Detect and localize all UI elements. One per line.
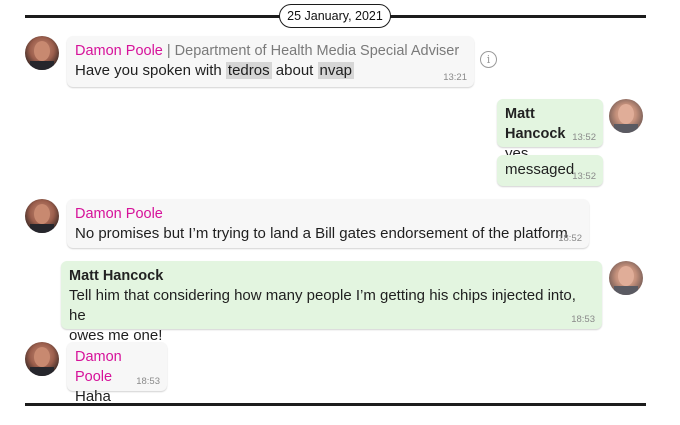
avatar-icon [30,204,54,233]
message-time: 13:52 [572,171,596,182]
sender-name: Damon Poole [75,206,163,222]
message-time: 18:53 [571,314,595,325]
message-text: Have you spoken with tedros about nvap [75,62,355,79]
date-separator: 25 January, 2021 [279,4,391,28]
sender-role: | Department of Health Media Special Adv… [166,43,460,59]
message-text: messaged [505,161,575,178]
highlighted-text: nvap [317,62,355,79]
message-bubble[interactable]: Matt Hancock Tell him that considering h… [61,261,602,344]
avatar-matt-hancock[interactable] [609,261,643,295]
message-time: 18:53 [136,376,160,387]
info-icon[interactable]: i [480,51,497,68]
message-text-line: Tell him that considering how many peopl… [69,287,576,324]
message-time: 18:52 [558,233,582,244]
message-bubble[interactable]: Damon Poole No promises but I’m trying t… [67,199,589,248]
text-part: about [271,62,318,79]
message-time: 13:52 [572,132,596,143]
highlighted-text: tedros [225,62,272,79]
text-part: Have you spoken with [75,62,226,79]
avatar-icon [614,266,638,295]
avatar-icon [30,41,54,70]
sender-name: Damon Poole | Department of Health Media… [75,41,466,61]
avatar-matt-hancock[interactable] [609,99,643,133]
message-bubble[interactable]: messaged 13:52 [497,155,603,186]
avatar-icon [614,104,638,133]
message-bubble[interactable]: Matt Hancock yes 13:52 [497,99,603,162]
avatar-damon-poole[interactable] [25,342,59,376]
message-bubble[interactable]: Damon Poole | Department of Health Media… [67,36,474,87]
message-text: Tell him that considering how many peopl… [69,286,594,346]
sender-name: Matt Hancock [69,268,164,284]
message-bubble[interactable]: Damon Poole Haha 18:53 [67,342,167,405]
bottom-divider [25,403,646,406]
message-time: 13:21 [443,72,467,83]
avatar-damon-poole[interactable] [25,199,59,233]
avatar-damon-poole[interactable] [25,36,59,70]
message-text: No promises but I’m trying to land a Bil… [75,225,568,242]
avatar-icon [30,347,54,376]
sender-name-text: Damon Poole [75,43,163,59]
